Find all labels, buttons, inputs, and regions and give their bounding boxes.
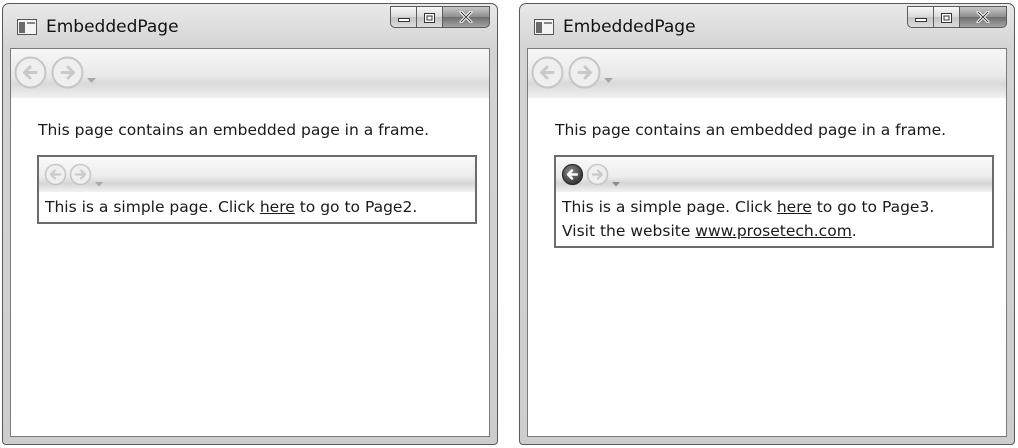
window-left: EmbeddedPage This page contains an embed… [2, 3, 498, 445]
back-arrow-icon[interactable] [561, 163, 584, 190]
chevron-down-icon[interactable] [612, 172, 620, 191]
frame-text: to go to Page3. [811, 198, 935, 216]
title-bar[interactable]: EmbeddedPage [520, 4, 1014, 48]
forward-arrow-icon[interactable] [586, 163, 609, 190]
navigation-bar [11, 49, 489, 98]
maximize-button[interactable] [417, 6, 443, 28]
window-right: EmbeddedPage This page contains an embed… [519, 3, 1015, 445]
frame-text-line: This is a simple page. Click here to go … [556, 192, 992, 216]
forward-arrow-icon[interactable] [69, 163, 92, 190]
close-icon [459, 8, 473, 27]
frame-navigation-bar [556, 157, 992, 192]
forward-arrow-icon[interactable] [51, 56, 84, 93]
maximize-icon [941, 8, 952, 27]
minimize-button[interactable] [390, 6, 417, 28]
frame-text: Visit the website [562, 222, 696, 240]
back-arrow-icon[interactable] [531, 56, 564, 93]
here-link[interactable]: here [260, 198, 295, 216]
frame-text: This is a simple page. Click [562, 198, 777, 216]
window-title: EmbeddedPage [46, 17, 179, 37]
window-title: EmbeddedPage [563, 17, 696, 37]
close-icon [976, 8, 990, 27]
minimize-button[interactable] [907, 6, 934, 28]
website-link[interactable]: www.prosetech.com [695, 222, 852, 240]
minimize-icon [914, 8, 927, 27]
chevron-down-icon[interactable] [604, 69, 613, 88]
minimize-icon [397, 8, 410, 27]
caption-buttons [390, 6, 490, 28]
here-link[interactable]: here [777, 198, 812, 216]
frame-text: to go to Page2. [294, 198, 418, 216]
forward-arrow-icon[interactable] [568, 56, 601, 93]
embedded-frame: This is a simple page. Click here to go … [37, 155, 477, 224]
frame-text-line: This is a simple page. Click here to go … [39, 192, 475, 222]
client-area: This page contains an embedded page in a… [10, 48, 490, 437]
frame-text: This is a simple page. Click [45, 198, 260, 216]
embedded-frame: This is a simple page. Click here to go … [554, 155, 994, 248]
frame-navigation-bar [39, 157, 475, 192]
client-area: This page contains an embedded page in a… [527, 48, 1007, 437]
maximize-icon [424, 8, 435, 27]
frame-text-line: Visit the website www.prosetech.com. [556, 216, 992, 246]
close-button[interactable] [443, 6, 490, 28]
window-app-icon[interactable] [17, 19, 37, 35]
maximize-button[interactable] [934, 6, 960, 28]
navigation-bar [528, 49, 1006, 98]
title-bar[interactable]: EmbeddedPage [3, 4, 497, 48]
chevron-down-icon[interactable] [95, 172, 103, 191]
back-arrow-icon[interactable] [44, 163, 67, 190]
chevron-down-icon[interactable] [87, 69, 96, 88]
frame-text: . [851, 222, 857, 240]
page-text: This page contains an embedded page in a… [555, 121, 947, 139]
caption-buttons [907, 6, 1007, 28]
window-app-icon[interactable] [534, 19, 554, 35]
page-text: This page contains an embedded page in a… [38, 121, 430, 139]
back-arrow-icon[interactable] [14, 56, 47, 93]
close-button[interactable] [960, 6, 1007, 28]
